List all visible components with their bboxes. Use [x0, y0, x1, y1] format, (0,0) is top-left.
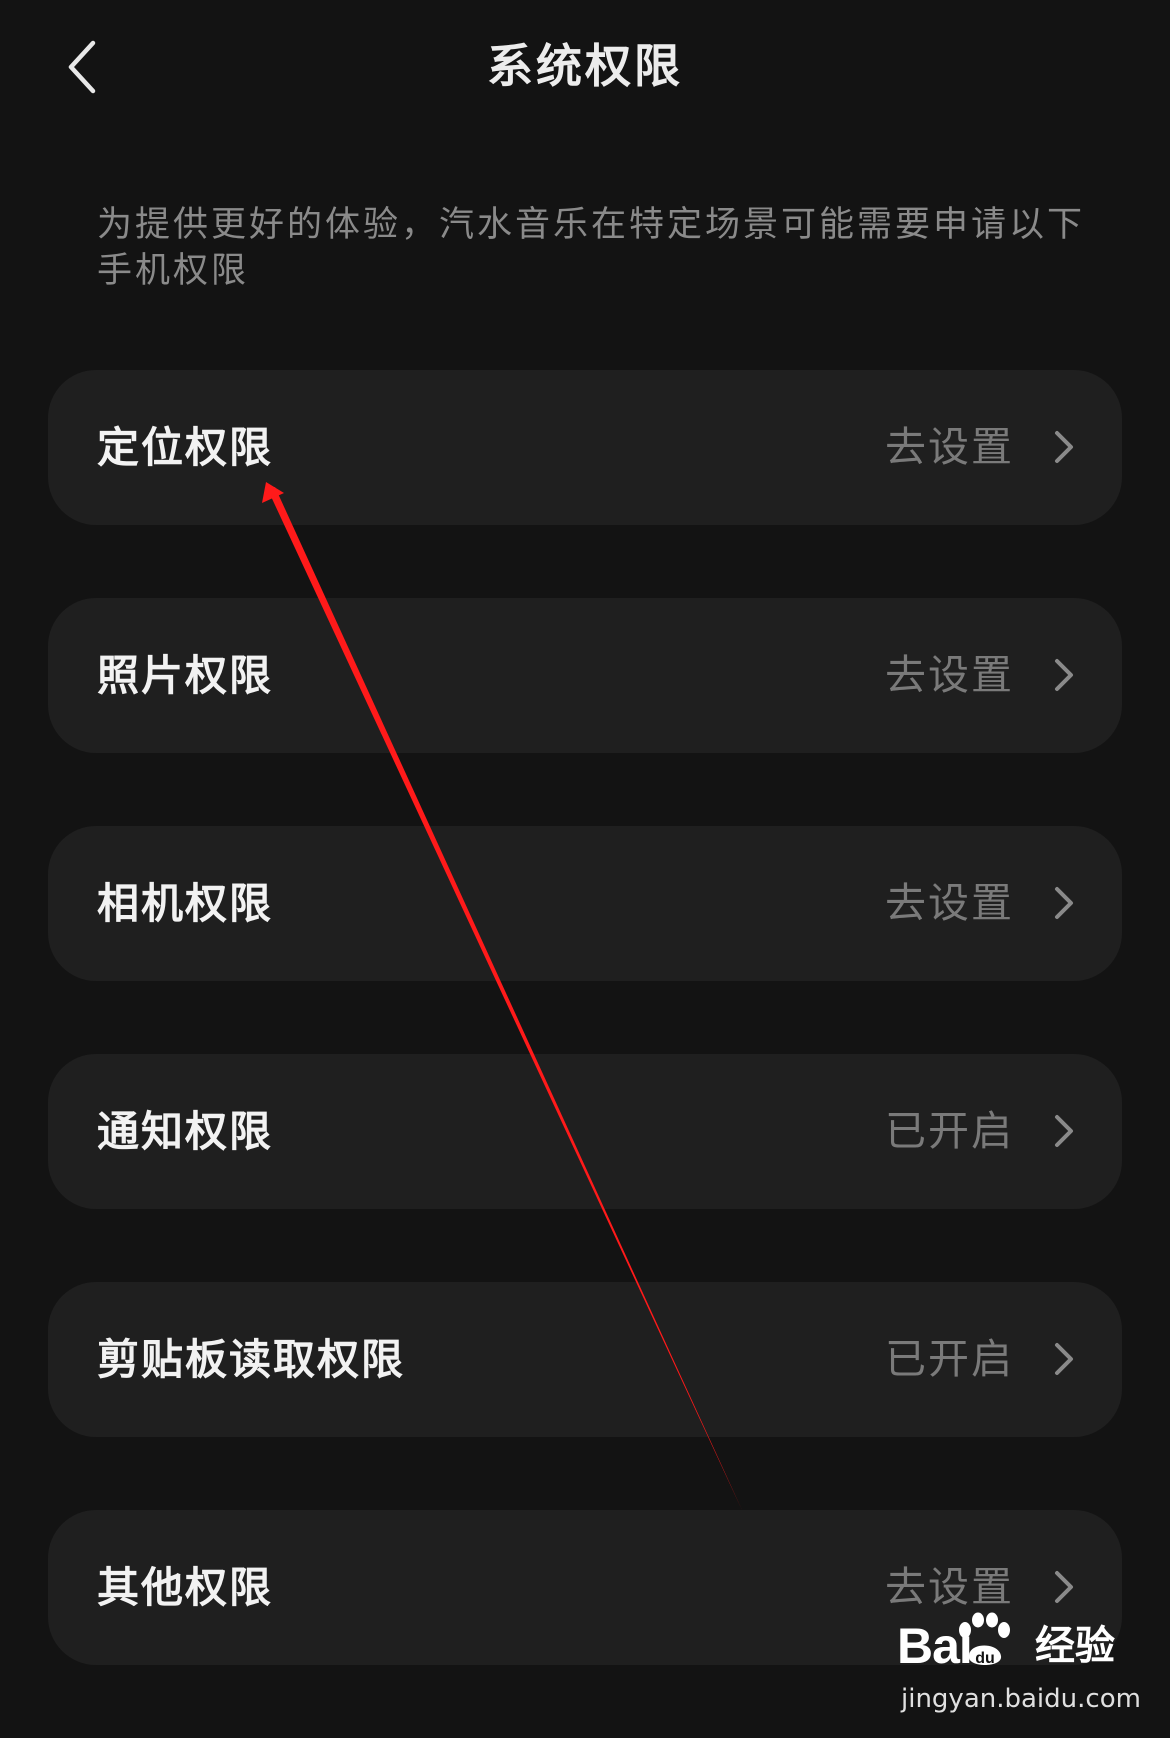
permission-label: 相机权限 [97, 879, 274, 928]
app-header: 系统权限 [0, 0, 1170, 135]
chevron-right-icon [1055, 1343, 1073, 1375]
permission-status: 去设置 [885, 651, 1014, 699]
permission-row-clipboard[interactable]: 剪贴板读取权限 已开启 [48, 1282, 1122, 1437]
permission-label: 定位权限 [97, 423, 274, 472]
chevron-right-icon [1055, 1571, 1073, 1603]
chevron-right-icon [1055, 1115, 1073, 1147]
baidu-jingyan-watermark: Bai du 经验 jingyan.baidu.com [895, 1612, 1165, 1732]
permission-status: 已开启 [885, 1107, 1014, 1155]
permissions-description: 为提供更好的体验，汽水音乐在特定场景可能需要申请以下手机权限 [97, 205, 1086, 291]
svg-text:du: du [975, 1650, 995, 1667]
permission-label: 照片权限 [97, 651, 274, 700]
page-title: 系统权限 [487, 39, 683, 93]
permission-status: 去设置 [885, 879, 1014, 927]
chevron-right-icon [1055, 659, 1073, 691]
permission-row-notifications[interactable]: 通知权限 已开启 [48, 1054, 1122, 1209]
permission-row-location[interactable]: 定位权限 去设置 [48, 370, 1122, 525]
watermark-url: jingyan.baidu.com [901, 1684, 1141, 1714]
permission-row-photos[interactable]: 照片权限 去设置 [48, 598, 1122, 753]
permission-row-camera[interactable]: 相机权限 去设置 [48, 826, 1122, 981]
chevron-right-icon [1055, 887, 1073, 919]
permission-label: 剪贴板读取权限 [97, 1335, 406, 1384]
permission-status: 已开启 [885, 1335, 1014, 1383]
watermark-suffix: 经验 [1035, 1623, 1115, 1669]
permission-label: 其他权限 [97, 1563, 274, 1612]
permission-status: 去设置 [885, 423, 1014, 471]
paw-icon: du [959, 1612, 1010, 1667]
chevron-right-icon [1055, 431, 1073, 463]
permission-label: 通知权限 [97, 1107, 274, 1156]
